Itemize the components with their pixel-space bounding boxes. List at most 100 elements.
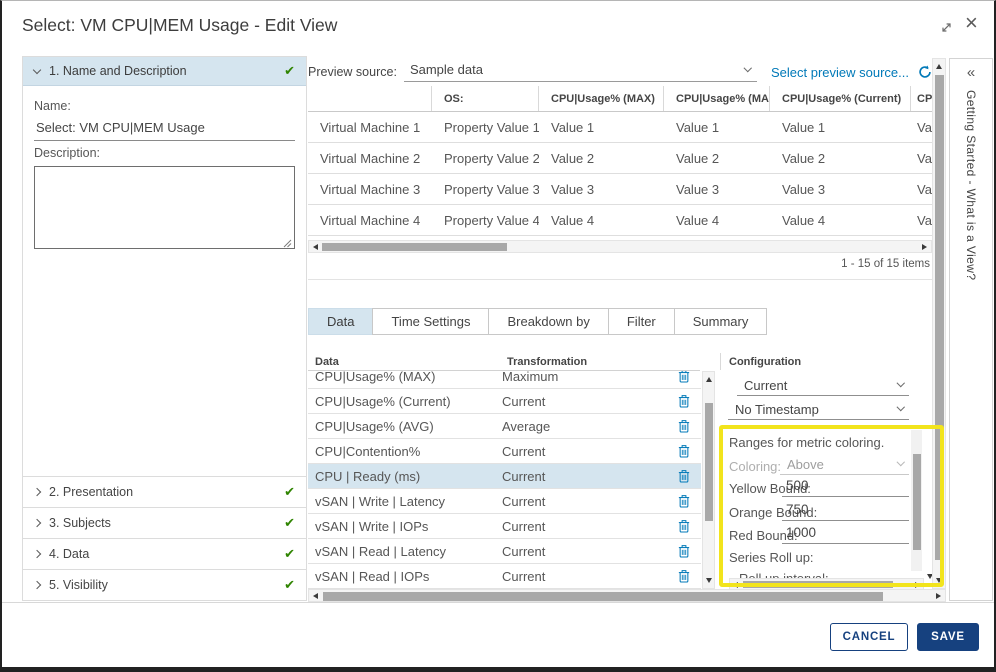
- main-vscrollbar[interactable]: [932, 58, 946, 589]
- scrollbar-thumb[interactable]: [705, 403, 714, 521]
- orange-bound-input[interactable]: [782, 502, 909, 521]
- delete-metric-icon[interactable]: [667, 419, 701, 433]
- preview-cell: Value 1: [770, 112, 911, 142]
- data-grid-row[interactable]: CPU|Contention%Current: [308, 439, 701, 464]
- preview-cell: Value 3: [539, 174, 664, 204]
- tab-breakdown-by[interactable]: Breakdown by: [488, 308, 608, 335]
- steps-sidebar: 1. Name and Description ✔ Name: Descript…: [22, 56, 307, 601]
- transformation-select-value: Current: [744, 378, 787, 393]
- collapse-panel-icon[interactable]: «: [967, 64, 975, 81]
- delete-metric-icon[interactable]: [667, 544, 701, 558]
- save-button[interactable]: SAVE: [917, 623, 979, 651]
- data-grid-row[interactable]: vSAN | Write | LatencyCurrent: [308, 489, 701, 514]
- preview-column-header: CPU|Usage%: [911, 86, 932, 111]
- data-grid-row[interactable]: CPU|Usage% (Current)Current: [308, 389, 701, 414]
- delete-metric-icon[interactable]: [667, 494, 701, 508]
- timestamp-select[interactable]: No Timestamp: [728, 399, 909, 420]
- description-label: Description:: [34, 146, 295, 160]
- transformation-select[interactable]: Current: [737, 375, 909, 396]
- yellow-bound-input[interactable]: [782, 478, 909, 497]
- name-input[interactable]: [34, 119, 295, 141]
- tab-filter[interactable]: Filter: [608, 308, 675, 335]
- chevron-down-icon: [896, 403, 904, 411]
- transformation-cell: Current: [502, 394, 667, 409]
- preview-column-header: [308, 86, 432, 111]
- getting-started-title: Getting Started - What is a View?: [964, 90, 978, 280]
- name-label: Name:: [34, 99, 295, 113]
- items-count: 1 - 15 of 15 items: [308, 258, 930, 270]
- refresh-icon[interactable]: [918, 65, 932, 79]
- data-grid-row[interactable]: vSAN | Read | LatencyCurrent: [308, 539, 701, 564]
- delete-metric-icon[interactable]: [667, 469, 701, 483]
- section-label: 2. Presentation: [49, 485, 133, 499]
- cancel-button[interactable]: CANCEL: [830, 623, 908, 651]
- delete-metric-icon[interactable]: [667, 569, 701, 583]
- detail-tabs: DataTime SettingsBreakdown byFilterSumma…: [308, 308, 767, 335]
- sidebar-section-name-and-description[interactable]: 1. Name and Description ✔: [23, 57, 306, 86]
- data-grid-row[interactable]: CPU | Ready (ms)Current: [308, 464, 701, 489]
- chevron-down-icon: [33, 65, 41, 73]
- preview-cell: Virtual Machine 3: [308, 174, 432, 204]
- preview-cell: Value 2: [911, 143, 932, 173]
- preview-cell: Value 4: [539, 205, 664, 235]
- preview-footer-divider: [308, 279, 932, 280]
- chevron-down-icon: [896, 379, 904, 387]
- preview-hscrollbar[interactable]: [308, 240, 932, 253]
- timestamp-select-value: No Timestamp: [735, 402, 819, 417]
- resize-grip-icon[interactable]: [283, 239, 292, 248]
- data-grid-row[interactable]: vSAN | Write | IOPsCurrent: [308, 514, 701, 539]
- sidebar-section--presentation[interactable]: 2. Presentation✔: [23, 476, 306, 507]
- data-grid-vscrollbar[interactable]: [702, 371, 715, 589]
- sidebar-section--visibility[interactable]: 5. Visibility✔: [23, 569, 306, 600]
- preview-source-select[interactable]: Sample data: [404, 62, 757, 82]
- tab-summary[interactable]: Summary: [674, 308, 768, 335]
- select-preview-source-link[interactable]: Select preview source...: [771, 65, 909, 80]
- tab-time-settings[interactable]: Time Settings: [372, 308, 489, 335]
- tab-data[interactable]: Data: [308, 308, 373, 335]
- name-description-panel: Name: Description:: [23, 86, 306, 254]
- data-column-header: Data: [315, 356, 339, 368]
- delete-metric-icon[interactable]: [667, 519, 701, 533]
- description-textarea[interactable]: [34, 166, 295, 249]
- scrollbar-thumb[interactable]: [322, 243, 507, 252]
- scrollbar-thumb[interactable]: [913, 454, 921, 550]
- metric-name-cell: vSAN | Write | Latency: [308, 494, 502, 509]
- preview-column-header: CPU|Usage% (MAX): [539, 86, 664, 111]
- metric-name-cell: vSAN | Read | IOPs: [308, 569, 502, 584]
- chevron-right-icon: [33, 550, 41, 558]
- config-vscrollbar[interactable]: [911, 430, 922, 571]
- edit-view-dialog: Select: VM CPU|MEM Usage - Edit View × 1…: [0, 0, 996, 672]
- preview-cell: Virtual Machine 4: [308, 205, 432, 235]
- sidebar-section--subjects[interactable]: 3. Subjects✔: [23, 507, 306, 538]
- getting-started-rail[interactable]: « Getting Started - What is a View?: [949, 58, 993, 601]
- coloring-label: Coloring:: [729, 459, 781, 474]
- check-icon: ✔: [284, 515, 295, 531]
- preview-cell: Value 1: [539, 112, 664, 142]
- preview-source-value: Sample data: [410, 62, 483, 77]
- scrollbar-thumb[interactable]: [323, 592, 883, 601]
- data-grid-row[interactable]: vSAN | Read | IOPsCurrent: [308, 564, 701, 589]
- delete-metric-icon[interactable]: [667, 371, 701, 383]
- red-bound-input[interactable]: [782, 525, 909, 544]
- metric-name-cell: CPU | Ready (ms): [308, 469, 502, 484]
- data-grid-row[interactable]: CPU|Usage% (AVG)Average: [308, 414, 701, 439]
- scrollbar-thumb[interactable]: [743, 581, 893, 589]
- preview-cell: Value 3: [664, 174, 770, 204]
- transformation-cell: Current: [502, 569, 667, 584]
- close-icon[interactable]: ×: [965, 12, 978, 34]
- transformation-cell: Current: [502, 519, 667, 534]
- configuration-header: Configuration: [729, 356, 801, 368]
- transformation-cell: Current: [502, 544, 667, 559]
- preview-cell: Property Value 3: [432, 174, 539, 204]
- section-label: 1. Name and Description: [49, 64, 187, 78]
- sidebar-section--data[interactable]: 4. Data✔: [23, 538, 306, 569]
- delete-metric-icon[interactable]: [667, 394, 701, 408]
- section-label: 4. Data: [49, 547, 89, 561]
- preview-column-header: CPU|Usage% (MAX) {0}: [664, 86, 770, 111]
- scrollbar-thumb[interactable]: [935, 75, 944, 560]
- preview-column-header: OS:: [432, 86, 539, 111]
- expand-icon[interactable]: [940, 21, 953, 39]
- data-grid-row[interactable]: CPU|Usage% (MAX)Maximum: [308, 371, 701, 389]
- delete-metric-icon[interactable]: [667, 444, 701, 458]
- main-hscrollbar[interactable]: [308, 589, 946, 602]
